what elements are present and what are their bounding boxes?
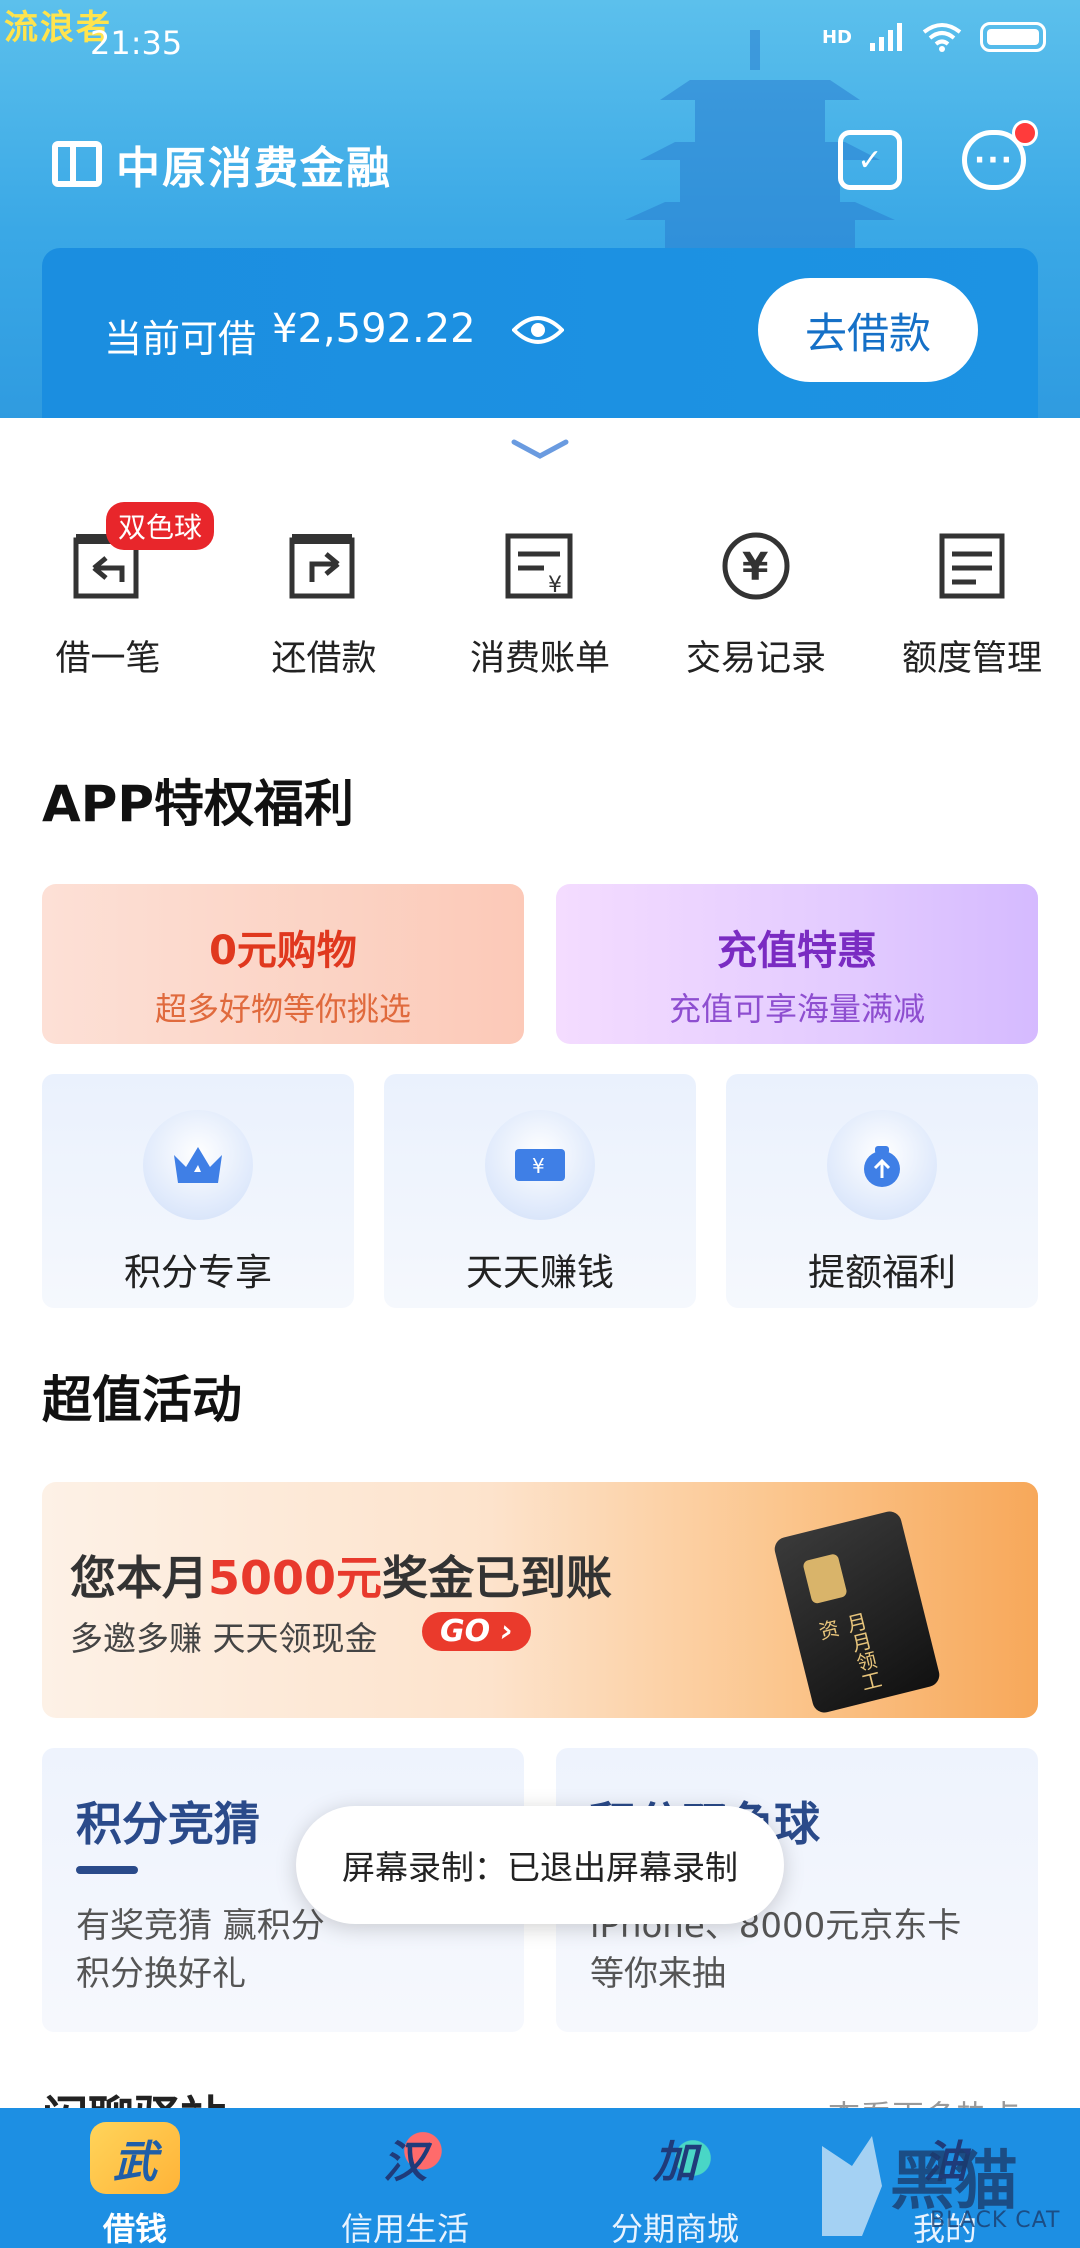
tab-borrow[interactable]: 武 借钱 xyxy=(0,2108,270,2248)
section-title-privileges: APP特权福利 xyxy=(42,775,354,833)
tab-label: 信用生活 xyxy=(340,2210,469,2248)
tab-installment-mall[interactable]: 加 分期商城 xyxy=(540,2108,810,2248)
game-line2: 等你来抽 xyxy=(590,1954,726,1994)
wifi-icon xyxy=(922,23,962,52)
money-bag-icon xyxy=(827,1110,937,1220)
promo-recharge[interactable]: 充值特惠 充值可享海量满减 xyxy=(556,884,1038,1044)
borrow-button[interactable]: 去借款 xyxy=(758,278,978,382)
bonus-banner[interactable]: 您本月5000元奖金已到账 多邀多赚 天天领现金 GO › 月月领工资 xyxy=(42,1482,1038,1718)
banner-subline: 多邀多赚 天天领现金 xyxy=(70,1619,378,1658)
banner-headline: 您本月5000元奖金已到账 xyxy=(70,1542,612,1608)
svg-text:¥: ¥ xyxy=(548,573,562,598)
promo-subtitle: 充值可享海量满减 xyxy=(668,990,925,1028)
repay-icon xyxy=(289,534,355,599)
crown-icon xyxy=(143,1110,253,1220)
quick-action-label: 还借款 xyxy=(271,639,377,679)
banner-highlight: 5000元 xyxy=(208,1551,383,1605)
quick-action-repay[interactable]: 还借款 xyxy=(216,530,432,681)
title-underline xyxy=(76,1866,138,1874)
svg-text:¥: ¥ xyxy=(532,1154,545,1178)
status-icons: HD xyxy=(822,22,1046,52)
document-icon xyxy=(939,533,1005,599)
borrow-card: 当前可借 ¥2,592.22 去借款 xyxy=(42,248,1038,420)
svg-text:¥: ¥ xyxy=(742,545,768,589)
tile-points[interactable]: 积分专享 xyxy=(42,1074,354,1308)
quick-action-label: 交易记录 xyxy=(685,639,826,679)
game-line1: 有奖竞猜 赢积分 xyxy=(76,1906,325,1946)
status-time: 21:35 xyxy=(90,24,183,62)
tile-raise-limit[interactable]: 提额福利 xyxy=(726,1074,1038,1308)
quick-action-bill[interactable]: ¥ 消费账单 xyxy=(432,530,648,681)
tile-label: 提额福利 xyxy=(808,1251,956,1294)
quick-action-label: 额度管理 xyxy=(901,639,1042,679)
borrow-tab-icon: 武 xyxy=(90,2122,180,2194)
quick-action-transactions[interactable]: ¥ 交易记录 xyxy=(648,530,864,681)
go-button[interactable]: GO › xyxy=(422,1612,531,1651)
battery-icon xyxy=(980,22,1046,52)
header: 流浪者 21:35 HD 中原消费金融 ✓ ··· 当前可借 ¥2,592.22… xyxy=(0,0,1080,420)
promo-title: 充值特惠 xyxy=(717,928,877,974)
screen-record-toast: 屏幕录制：已退出屏幕录制 xyxy=(296,1806,784,1924)
card-chip xyxy=(802,1553,848,1605)
quick-action-borrow[interactable]: 借一笔 xyxy=(0,530,216,681)
borrow-amount: ¥2,592.22 xyxy=(272,306,476,352)
tile-label: 积分专享 xyxy=(124,1251,272,1294)
promo-subtitle: 超多好物等你挑选 xyxy=(154,990,411,1028)
eye-icon[interactable] xyxy=(512,310,564,350)
quick-action-label: 借一笔 xyxy=(55,639,161,679)
yen-circle-icon: ¥ xyxy=(722,532,790,600)
lottery-badge: 双色球 xyxy=(106,502,215,550)
mall-tab-icon: 加 xyxy=(630,2122,720,2194)
brand-logo: 中原消费金融 xyxy=(52,132,392,196)
promo-title: 0元购物 xyxy=(209,928,357,974)
promo-zero-shopping[interactable]: 0元购物 超多好物等你挑选 xyxy=(42,884,524,1044)
tab-label: 借钱 xyxy=(102,2210,167,2248)
card-text: 月月领工资 xyxy=(813,1610,885,1694)
watermark-sub: BLACK CAT xyxy=(930,2208,1061,2233)
banner-prefix: 您本月 xyxy=(70,1551,208,1605)
borrow-label: 当前可借 xyxy=(104,317,257,361)
signal-icon xyxy=(870,23,902,51)
quick-action-credit[interactable]: 额度管理 xyxy=(864,530,1080,681)
brand-name: 中原消费金融 xyxy=(116,143,392,194)
section-title-activities: 超值活动 xyxy=(42,1371,242,1429)
calendar-check-icon[interactable]: ✓ xyxy=(838,130,902,190)
tab-credit-life[interactable]: 汉 信用生活 xyxy=(270,2108,540,2248)
bank-card-illustration: 月月领工资 xyxy=(772,1508,942,1716)
game-line2: 积分换好礼 xyxy=(76,1954,246,1994)
bill-icon: ¥ xyxy=(505,533,573,599)
network-label: HD xyxy=(821,26,852,48)
tile-label: 天天赚钱 xyxy=(466,1251,614,1294)
game-title: 积分竞猜 xyxy=(76,1797,260,1851)
brand-mark-icon xyxy=(52,141,102,187)
banner-suffix: 奖金已到账 xyxy=(382,1551,613,1605)
chevron-down-icon[interactable] xyxy=(510,438,570,462)
tab-label: 分期商城 xyxy=(610,2210,739,2248)
credit-life-tab-icon: 汉 xyxy=(360,2122,450,2194)
tile-earn[interactable]: ¥ 天天赚钱 xyxy=(384,1074,696,1308)
quick-action-label: 消费账单 xyxy=(469,639,610,679)
ticket-icon: ¥ xyxy=(485,1110,595,1220)
notification-dot xyxy=(1012,120,1038,146)
